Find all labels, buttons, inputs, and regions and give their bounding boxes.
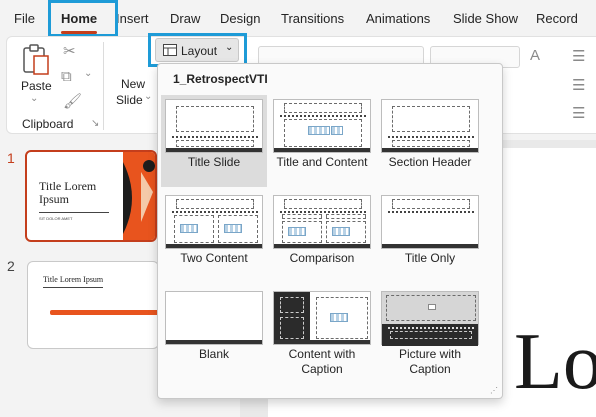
layout-title-and-content[interactable]: Title and Content bbox=[269, 95, 375, 187]
paste-label[interactable]: Paste bbox=[21, 79, 52, 93]
tab-transitions[interactable]: Transitions bbox=[281, 11, 344, 26]
layout-section-header[interactable]: Section Header bbox=[377, 95, 483, 187]
slide-thumbnail-1[interactable]: Title Lorem Ipsum SIT DOLOR AMET bbox=[25, 150, 157, 242]
thumb-1-subtitle: SIT DOLOR AMET bbox=[39, 216, 73, 221]
layout-comparison[interactable]: Comparison bbox=[269, 191, 375, 283]
paste-chevron-icon[interactable]: ⌄ bbox=[30, 93, 38, 104]
layout-label-content-with-caption-2: Caption bbox=[301, 362, 343, 376]
tab-animations[interactable]: Animations bbox=[366, 11, 430, 26]
tab-insert[interactable]: Insert bbox=[116, 11, 149, 26]
tab-slide-show[interactable]: Slide Show bbox=[453, 11, 518, 26]
layout-label-title-only: Title Only bbox=[404, 251, 456, 265]
grow-font-icon[interactable]: A bbox=[530, 47, 540, 64]
paste-icon[interactable] bbox=[22, 44, 50, 76]
cut-icon[interactable]: ✂ bbox=[63, 42, 76, 60]
resize-grip-icon[interactable]: ⋰ bbox=[490, 386, 498, 395]
layout-label-title-and-content: Title and Content bbox=[276, 155, 368, 169]
layout-label-picture-with-caption: Picture with bbox=[398, 347, 462, 361]
copy-chevron-icon[interactable]: ⌄ bbox=[84, 68, 92, 79]
bullets-icon[interactable]: ☰ bbox=[572, 47, 585, 65]
thumb-2-title: Title Lorem Ipsum bbox=[43, 275, 104, 284]
layout-two-content[interactable]: Two Content bbox=[161, 191, 267, 283]
theme-name-heading: 1_RetrospectVTI bbox=[173, 72, 268, 86]
thumb-1-art bbox=[123, 152, 155, 240]
slide-thumbnail-2[interactable]: Title Lorem Ipsum bbox=[27, 261, 159, 349]
layout-title-only[interactable]: Title Only bbox=[377, 191, 483, 283]
layout-title-slide[interactable]: Title Slide bbox=[161, 95, 267, 187]
slide-number-1: 1 bbox=[7, 150, 15, 166]
thumb-1-title: Title Lorem Ipsum bbox=[39, 179, 97, 206]
layout-label-blank: Blank bbox=[198, 347, 230, 361]
new-slide-chevron-icon[interactable]: ⌄ bbox=[144, 91, 152, 102]
format-painter-icon[interactable]: 🖌 bbox=[63, 92, 82, 110]
layout-label-section-header: Section Header bbox=[388, 155, 472, 169]
layout-label-content-with-caption: Content with bbox=[288, 347, 356, 361]
layout-label-picture-with-caption-2: Caption bbox=[409, 362, 451, 376]
tab-record[interactable]: Record bbox=[536, 11, 578, 26]
tab-design[interactable]: Design bbox=[220, 11, 260, 26]
layout-content-with-caption[interactable]: Content with Caption bbox=[269, 287, 375, 379]
layout-label-comparison: Comparison bbox=[289, 251, 355, 265]
new-slide-label-2[interactable]: Slide bbox=[116, 93, 143, 107]
tab-draw[interactable]: Draw bbox=[170, 11, 200, 26]
clipboard-group-label: Clipboard bbox=[22, 117, 74, 131]
slide-number-2: 2 bbox=[7, 258, 15, 274]
layout-highlight-box bbox=[148, 33, 247, 67]
layout-label-title-slide: Title Slide bbox=[187, 155, 241, 169]
layout-label-two-content: Two Content bbox=[180, 251, 248, 265]
home-highlight-box bbox=[48, 0, 118, 37]
align-left-icon[interactable]: ☰ bbox=[572, 104, 585, 122]
align-icon[interactable]: ☰ bbox=[572, 76, 585, 94]
clipboard-launcher-icon[interactable]: ↘ bbox=[91, 118, 99, 129]
layout-dropdown: 1_RetrospectVTI Title Slide Title and Co… bbox=[157, 63, 503, 399]
layout-picture-with-caption[interactable]: Picture with Caption bbox=[377, 287, 483, 379]
layout-blank[interactable]: Blank bbox=[161, 287, 267, 379]
new-slide-label[interactable]: New bbox=[121, 77, 145, 91]
copy-icon[interactable]: ⧉ bbox=[61, 68, 72, 85]
slide-title-text[interactable]: Lo bbox=[514, 322, 596, 402]
ribbon-divider bbox=[103, 42, 104, 130]
tab-file[interactable]: File bbox=[14, 11, 35, 26]
